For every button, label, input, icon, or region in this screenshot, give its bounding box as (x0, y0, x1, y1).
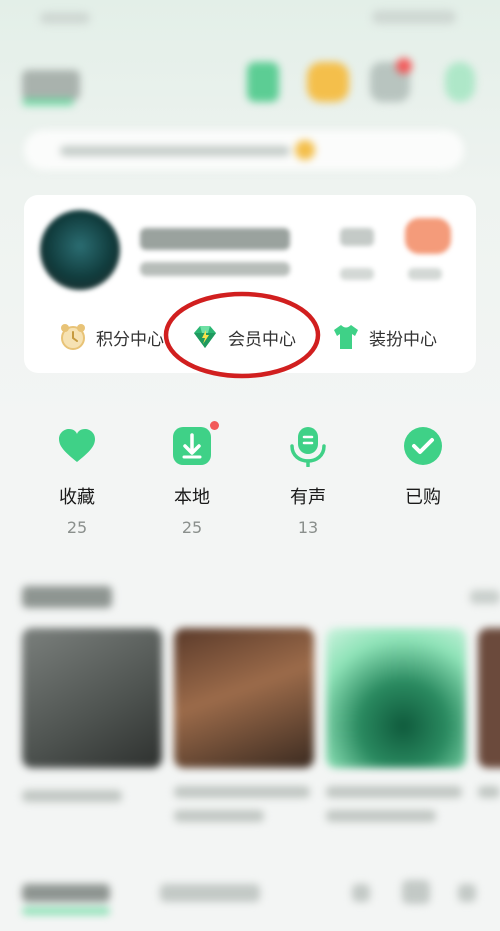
recent-caption (326, 786, 462, 798)
favorites-count: 25 (66, 518, 88, 537)
page-title-underline (22, 98, 74, 106)
recent-thumbnail[interactable] (22, 628, 162, 768)
follow-label (340, 268, 374, 280)
recent-thumbnail[interactable] (478, 628, 500, 768)
import-icon[interactable] (402, 880, 430, 904)
username[interactable] (140, 228, 290, 250)
local-label: 本地 (174, 487, 210, 508)
check-icon (404, 427, 442, 465)
audio-count: 13 (297, 518, 319, 537)
scan-icon[interactable] (247, 62, 279, 102)
local-count: 25 (181, 518, 203, 537)
gift-icon[interactable] (307, 62, 349, 102)
recent-caption (22, 790, 122, 802)
recent-caption (174, 786, 310, 798)
favorites-label: 收藏 (59, 487, 95, 508)
dressup-center-link[interactable]: 装扮中心 (331, 315, 437, 359)
avatar[interactable] (40, 210, 120, 290)
local-button[interactable]: 本地 25 (142, 425, 242, 545)
message-badge (396, 58, 412, 74)
flame-icon[interactable] (405, 218, 451, 254)
favorites-button[interactable]: 收藏 25 (27, 425, 127, 545)
more-icon[interactable] (458, 884, 476, 902)
recent-thumbnail[interactable] (326, 628, 466, 768)
dressup-center-label: 装扮中心 (369, 329, 437, 350)
points-center-link[interactable]: 积分中心 (58, 315, 164, 359)
message-icon[interactable] (370, 58, 412, 102)
section-title (22, 586, 112, 608)
tab-collected-playlists[interactable] (160, 884, 260, 902)
hot-search-icon (295, 140, 315, 160)
purchased-label: 已购 (405, 487, 441, 508)
follow-count[interactable] (340, 228, 374, 246)
recent-caption (174, 810, 264, 822)
search-placeholder (60, 146, 290, 156)
flame-label (408, 268, 442, 280)
local-notification-dot (210, 421, 219, 430)
heart-icon (59, 429, 95, 462)
points-center-label: 积分中心 (96, 329, 164, 350)
microphone-icon (290, 427, 326, 467)
recent-caption (326, 810, 436, 822)
recent-caption (478, 786, 500, 798)
user-level (140, 262, 290, 276)
recent-thumbnail[interactable] (174, 628, 314, 768)
tab-created-playlists[interactable] (22, 884, 110, 902)
add-icon[interactable] (352, 884, 370, 902)
tab-active-underline (22, 907, 110, 915)
audio-label: 有声 (290, 487, 326, 508)
status-system-icons (372, 10, 456, 24)
page-title (22, 70, 80, 100)
download-icon (173, 427, 211, 465)
status-time (40, 12, 90, 24)
status-bar (0, 0, 500, 40)
purchased-button[interactable]: 已购 (373, 425, 473, 545)
points-clock-icon (61, 324, 85, 350)
settings-icon[interactable] (445, 62, 475, 102)
highlight-ring (163, 291, 321, 379)
section-more-link[interactable] (470, 590, 500, 604)
tshirt-icon (334, 325, 358, 349)
audio-button[interactable]: 有声 13 (258, 425, 358, 545)
